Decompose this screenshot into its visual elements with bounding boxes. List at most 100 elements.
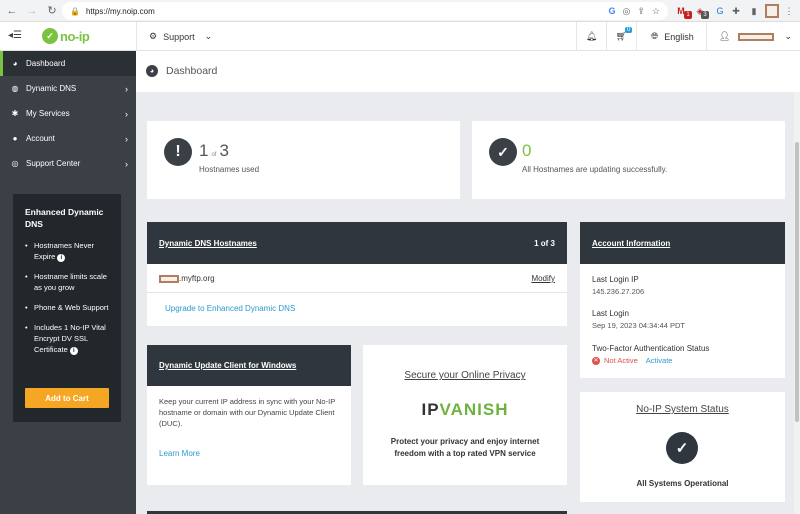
back-icon[interactable]: ← (4, 3, 20, 19)
duc-description: Keep your current IP address in sync wit… (159, 397, 336, 428)
profile-avatar[interactable] (765, 4, 779, 18)
forward-icon[interactable]: → (24, 3, 40, 19)
hostname-domain: .myftp.org (179, 274, 215, 283)
user-icon: 👤︎ (719, 31, 731, 41)
of-label: of (211, 152, 217, 158)
system-status-title[interactable]: No-IP System Status (580, 404, 785, 415)
duc-card: Dynamic Update Client for Windows Keep y… (147, 345, 351, 485)
sidepanel-icon[interactable]: ▮ (748, 4, 760, 18)
globe-icon: 🌐︎ (651, 31, 659, 41)
puzzle-icon[interactable]: ✚ (730, 4, 742, 18)
chevron-right-icon: › (125, 158, 128, 169)
eye-off-icon[interactable]: ◎ (623, 6, 631, 17)
tfa-label: Two-Factor Authentication Status (592, 344, 710, 353)
app-header: ◂☰ ✓ no-ip ⚙ Support ⌄ 🔔︎ 🛒︎ 0 🌐︎ Englis… (0, 22, 800, 51)
learn-more-link[interactable]: Learn More (159, 449, 200, 458)
noip-logo[interactable]: ✓ no-ip (42, 28, 90, 44)
page-title: Dashboard (166, 65, 218, 77)
globe-icon: ◍ (11, 84, 19, 93)
sidebar-toggle-icon[interactable]: ◂☰ (8, 30, 22, 41)
dashboard-icon: ◕ (146, 65, 158, 77)
hostnames-total: 3 (219, 141, 229, 160)
support-dropdown[interactable]: ⚙ Support ⌄ (136, 22, 224, 51)
scrollbar-thumb[interactable] (795, 142, 799, 422)
promo-feature: Phone & Web Support (25, 302, 109, 313)
upgrade-link[interactable]: Upgrade to Enhanced Dynamic DNS (165, 304, 295, 313)
translate-icon[interactable]: G (714, 4, 726, 18)
chevron-down-icon: ⌄ (204, 31, 213, 41)
tfa-status: Not Active (604, 356, 638, 365)
language-selector[interactable]: 🌐︎ English (636, 22, 706, 51)
vpn-description: Protect your privacy and enjoy internet … (390, 437, 540, 458)
checkmark-icon: ✓ (666, 432, 698, 464)
hostname-redacted (159, 274, 179, 283)
pager: 1 of 3 (534, 238, 555, 248)
chevron-right-icon: › (125, 133, 128, 144)
gmail-badge: 1 (684, 11, 692, 19)
divider (147, 292, 567, 293)
user-icon: ● (12, 134, 18, 143)
support-label: Support (163, 31, 195, 42)
chevron-down-icon: ⌄ (784, 31, 792, 41)
chevron-right-icon: › (125, 83, 128, 94)
lifebuoy-icon: ◎ (11, 159, 19, 168)
hostnames-used-count: 1 (199, 141, 209, 160)
sidebar-item-label: Dashboard (26, 59, 66, 68)
last-login-ip: 145.236.27.206 (592, 287, 645, 296)
cart-button[interactable]: 🛒︎ 0 (606, 22, 636, 51)
share-icon[interactable]: ⇪ (637, 6, 645, 17)
cart-count-badge: 0 (625, 27, 633, 33)
duc-title[interactable]: Dynamic Update Client for Windows (159, 361, 296, 370)
last-login-ip-label: Last Login IP (592, 275, 639, 284)
ipvanish-logo: IPVANISH (421, 400, 509, 419)
account-info-card: Account Information Last Login IP 145.23… (580, 222, 785, 378)
google-icon[interactable]: G (609, 6, 616, 16)
info-icon[interactable]: i (57, 254, 66, 262)
modify-link[interactable]: Modify (531, 274, 555, 283)
vpn-promo-card[interactable]: Secure your Online Privacy IPVANISH Prot… (363, 345, 567, 485)
address-bar[interactable]: 🔒 https://my.noip.com G ◎ ⇪ ☆ (62, 2, 668, 20)
sidebar-item-dynamic-dns[interactable]: ◍ Dynamic DNS › (0, 76, 136, 101)
promo-title: Enhanced Dynamic DNS (25, 207, 104, 229)
sidebar-item-label: Account (26, 134, 55, 143)
system-status-text: All Systems Operational (636, 479, 729, 488)
ddns-hostnames-title[interactable]: Dynamic DNS Hostnames (159, 239, 257, 248)
promo-feature: Hostnames Never Expire i (25, 240, 109, 262)
extension-badge: 3 (701, 11, 709, 19)
system-status-card: No-IP System Status ✓ All Systems Operat… (580, 392, 785, 502)
sidebar-item-label: Support Center (26, 159, 81, 168)
notifications-button[interactable]: 🔔︎ (576, 22, 606, 51)
sidebar-item-support-center[interactable]: ◎ Support Center › (0, 151, 136, 176)
enhanced-ddns-promo: Enhanced Dynamic DNS Hostnames Never Exp… (13, 194, 121, 422)
sidebar-item-label: My Services (26, 109, 70, 118)
scrollbar[interactable] (794, 92, 800, 514)
last-login-label: Last Login (592, 309, 629, 318)
checkmark-icon: ✓ (489, 138, 517, 166)
promo-feature: Includes 1 No-IP Vital Encrypt DV SSL Ce… (25, 322, 109, 355)
gear-icon: ✱ (11, 109, 19, 118)
lock-icon: 🔒 (70, 6, 80, 16)
sidebar-item-account[interactable]: ● Account › (0, 126, 136, 151)
last-login-time: Sep 19, 2023 04:34:44 PDT (592, 321, 685, 330)
star-icon[interactable]: ☆ (652, 6, 660, 17)
sidebar-item-dashboard[interactable]: ◕ Dashboard (0, 51, 136, 76)
add-to-cart-button[interactable]: Add to Cart (25, 388, 109, 408)
tfa-activate-link[interactable]: Activate (646, 356, 673, 365)
sidebar-item-my-services[interactable]: ✱ My Services › (0, 101, 136, 126)
sidebar-item-label: Dynamic DNS (26, 84, 77, 93)
hostnames-used-card: ! 1 of 3 Hostnames used (147, 121, 460, 199)
reload-icon[interactable]: ↻ (44, 3, 60, 19)
main-content: ◕ Dashboard ! 1 of 3 Hostnames used ✓ 0 Al… (136, 51, 800, 514)
sidebar: ◕ Dashboard ◍ Dynamic DNS › ✱ My Service… (0, 51, 136, 514)
username-redacted (738, 32, 775, 41)
account-info-title[interactable]: Account Information (592, 239, 670, 248)
hostnames-used-label: Hostnames used (199, 165, 260, 174)
support-icon: ⚙ (149, 31, 158, 41)
menu-kebab-icon[interactable]: ⋮ (784, 4, 794, 18)
info-icon[interactable]: i (69, 347, 78, 355)
user-menu[interactable]: 👤︎ ⌄ (706, 22, 800, 51)
dashboard-icon: ◕ (12, 59, 18, 68)
vpn-title[interactable]: Secure your Online Privacy (363, 370, 567, 381)
logo-mark-icon: ✓ (42, 28, 58, 44)
x-circle-icon: ✕ (592, 356, 600, 365)
